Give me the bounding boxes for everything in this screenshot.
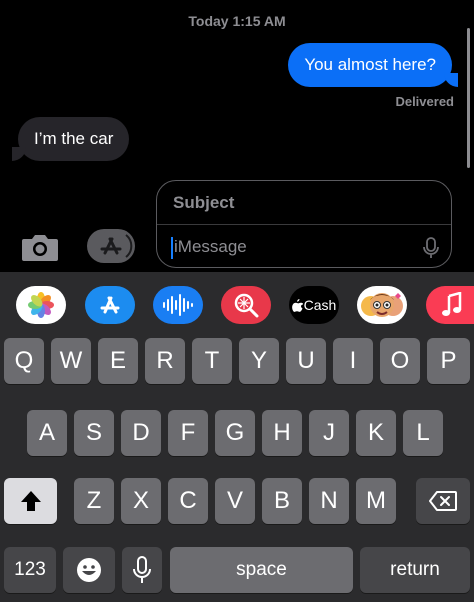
key-z[interactable]: Z	[74, 478, 114, 524]
key-i[interactable]: I	[333, 338, 373, 384]
camera-icon	[22, 235, 58, 261]
memoji-icon	[361, 293, 403, 317]
microphone-icon	[133, 556, 151, 583]
key-v[interactable]: V	[215, 478, 255, 524]
key-y[interactable]: Y	[239, 338, 279, 384]
audio-message-icon	[163, 294, 193, 316]
shift-key[interactable]	[4, 478, 57, 524]
app-store-icon	[100, 296, 120, 314]
key-f[interactable]: F	[168, 410, 208, 456]
key-j[interactable]: J	[309, 410, 349, 456]
compose-divider	[157, 224, 451, 225]
key-x[interactable]: X	[121, 478, 161, 524]
app-store-icon	[96, 231, 133, 261]
apple-cash-icon: Cash	[291, 297, 337, 313]
text-cursor	[171, 237, 173, 259]
key-u[interactable]: U	[286, 338, 326, 384]
dictation-key[interactable]	[122, 547, 162, 593]
key-n[interactable]: N	[309, 478, 349, 524]
key-k[interactable]: K	[356, 410, 396, 456]
app-store-app[interactable]	[85, 286, 135, 324]
scroll-indicator[interactable]	[467, 28, 470, 168]
memoji-app[interactable]	[357, 286, 407, 324]
key-b[interactable]: B	[262, 478, 302, 524]
key-o[interactable]: O	[380, 338, 420, 384]
key-a[interactable]: A	[27, 410, 67, 456]
incoming-message-bubble[interactable]: I’m the car	[12, 117, 130, 161]
key-r[interactable]: R	[145, 338, 185, 384]
photos-app[interactable]	[16, 286, 66, 324]
delivery-status: Delivered	[395, 94, 454, 109]
return-key[interactable]: return	[360, 547, 470, 593]
subject-field[interactable]: Subject	[173, 193, 234, 213]
images-search-app[interactable]	[221, 286, 271, 324]
key-w[interactable]: W	[51, 338, 91, 384]
message-input[interactable]: iMessage	[174, 237, 247, 257]
keyboard-panel: Cash Q W E R T Y U I O P A S D F G H J K…	[0, 272, 474, 602]
key-g[interactable]: G	[215, 410, 255, 456]
key-m[interactable]: M	[356, 478, 396, 524]
key-e[interactable]: E	[98, 338, 138, 384]
photos-icon	[28, 292, 54, 318]
music-app[interactable]	[426, 286, 474, 324]
key-p[interactable]: P	[427, 338, 470, 384]
key-q[interactable]: Q	[4, 338, 44, 384]
message-timestamp: Today 1:15 AM	[188, 13, 286, 29]
outgoing-message-bubble[interactable]: You almost here?	[288, 43, 458, 87]
camera-button[interactable]	[20, 231, 60, 263]
key-c[interactable]: C	[168, 478, 208, 524]
key-d[interactable]: D	[121, 410, 161, 456]
incoming-message-text: I’m the car	[34, 129, 114, 148]
key-h[interactable]: H	[262, 410, 302, 456]
apple-cash-app[interactable]: Cash	[289, 286, 339, 324]
backspace-icon	[429, 491, 457, 511]
music-icon	[442, 292, 462, 316]
apple-cash-label: Cash	[303, 297, 337, 313]
key-s[interactable]: S	[74, 410, 114, 456]
key-t[interactable]: T	[192, 338, 232, 384]
shift-arrow-icon	[20, 491, 41, 511]
emoji-key[interactable]	[63, 547, 115, 593]
message-compose-field[interactable]: Subject iMessage	[156, 180, 452, 268]
images-search-icon	[234, 293, 259, 318]
apps-button[interactable]	[87, 229, 135, 263]
outgoing-message-text: You almost here?	[304, 55, 436, 74]
audio-message-app[interactable]	[153, 286, 203, 324]
space-key[interactable]: space	[170, 547, 353, 593]
numbers-key[interactable]: 123	[4, 547, 56, 593]
dictation-mic-icon[interactable]	[423, 237, 439, 259]
emoji-icon	[77, 558, 101, 582]
key-l[interactable]: L	[403, 410, 443, 456]
delete-key[interactable]	[416, 478, 470, 524]
